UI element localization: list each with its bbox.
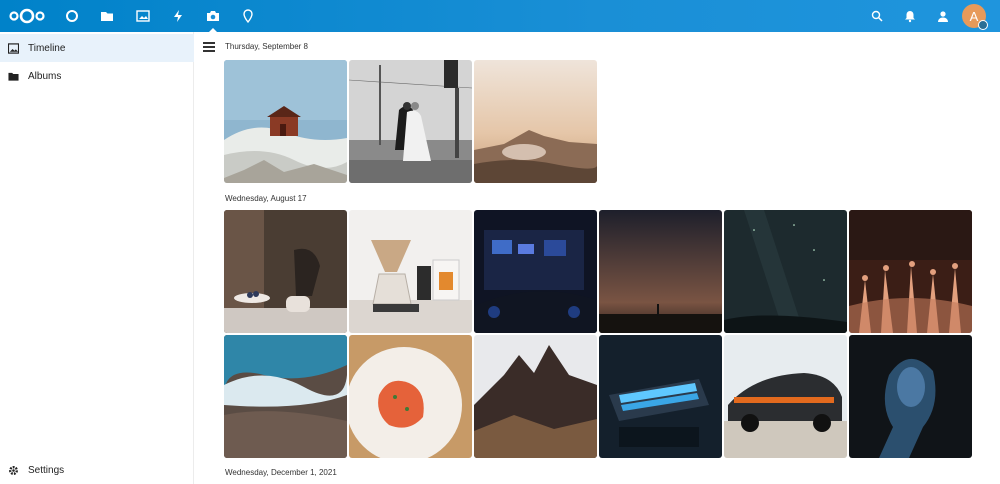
menu-toggle-icon[interactable] xyxy=(203,42,215,52)
folder-icon xyxy=(8,70,20,82)
maps-icon[interactable] xyxy=(238,6,258,26)
contacts-icon[interactable] xyxy=(933,6,953,26)
sidebar-item-label: Timeline xyxy=(28,42,66,54)
settings-label: Settings xyxy=(28,464,65,476)
photo-thumbnail[interactable] xyxy=(474,335,597,458)
date-heading: Thursday, September 8 xyxy=(225,42,309,51)
settings-button[interactable]: Settings xyxy=(0,456,194,484)
activity-icon[interactable] xyxy=(168,6,188,26)
date-heading: Wednesday, December 1, 2021 xyxy=(225,468,337,477)
avatar-initial: A xyxy=(969,8,979,24)
photo-thumbnail[interactable] xyxy=(849,210,972,333)
photo-thumbnail[interactable] xyxy=(849,335,972,458)
photo-thumbnail[interactable] xyxy=(349,210,472,333)
files-icon[interactable] xyxy=(97,6,117,26)
dashboard-icon[interactable] xyxy=(62,6,82,26)
sidebar-item-albums[interactable]: Albums xyxy=(0,62,194,90)
status-dot xyxy=(978,20,988,30)
photos-icon[interactable] xyxy=(133,6,153,26)
photo-thumbnail[interactable] xyxy=(474,210,597,333)
app-navigation: Timeline Albums Settings xyxy=(0,32,194,484)
sidebar-item-timeline[interactable]: Timeline xyxy=(0,34,194,62)
photo-thumbnail[interactable] xyxy=(224,335,347,458)
photo-thumbnail[interactable] xyxy=(724,335,847,458)
camera-icon[interactable] xyxy=(203,6,223,32)
date-heading: Wednesday, August 17 xyxy=(225,194,307,203)
sidebar-item-label: Albums xyxy=(28,70,62,82)
image-icon xyxy=(8,42,20,54)
photo-thumbnail[interactable] xyxy=(224,60,347,183)
search-icon[interactable] xyxy=(867,6,887,26)
user-avatar[interactable]: A xyxy=(962,4,988,30)
nextcloud-logo[interactable] xyxy=(8,7,46,25)
top-header: A xyxy=(0,0,1000,32)
photo-thumbnail[interactable] xyxy=(349,60,472,183)
notifications-icon[interactable] xyxy=(900,6,920,26)
timeline-view: Thursday, September 8 Wednesday, August … xyxy=(195,32,1000,484)
photo-thumbnail[interactable] xyxy=(599,210,722,333)
photo-thumbnail[interactable] xyxy=(474,60,597,183)
photo-thumbnail[interactable] xyxy=(599,335,722,458)
photo-thumbnail[interactable] xyxy=(224,210,347,333)
gear-icon xyxy=(8,464,20,476)
photo-thumbnail[interactable] xyxy=(724,210,847,333)
photo-thumbnail[interactable] xyxy=(349,335,472,458)
